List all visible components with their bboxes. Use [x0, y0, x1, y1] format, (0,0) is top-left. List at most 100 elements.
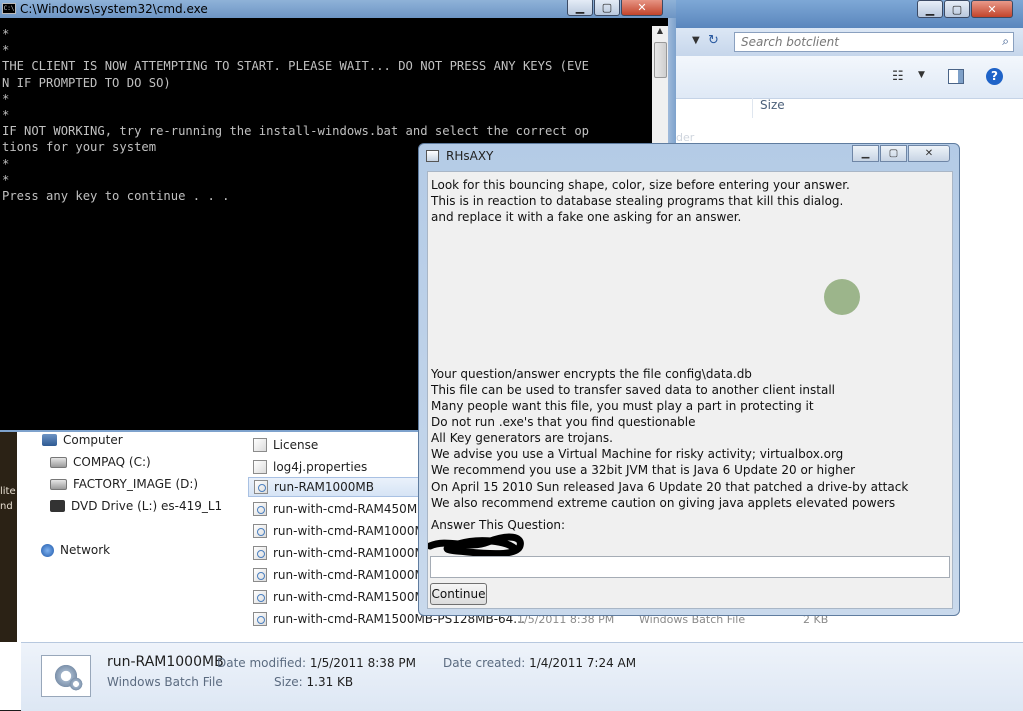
batch-file-icon: [254, 480, 268, 494]
nav-item-label: FACTORY_IMAGE (D:): [73, 477, 199, 491]
cmd-maximize-button[interactable]: ▢: [594, 0, 620, 16]
batch-file-icon: [253, 502, 267, 516]
cmd-output-line: *: [2, 108, 10, 123]
details-file-type: Windows Batch File: [107, 675, 223, 689]
nav-item-computer[interactable]: Computer: [42, 433, 123, 447]
cmd-output-line: IF NOT WORKING, try re-running the insta…: [2, 124, 589, 139]
dialog-maximize-button[interactable]: ▢: [880, 145, 907, 162]
continue-button[interactable]: Continue: [430, 583, 487, 605]
batch-file-icon: [253, 612, 267, 626]
explorer-titlebar: ▁ ▢ ✕: [676, 0, 1023, 28]
explorer-toolbar: ☷ ▼ ?: [676, 56, 1023, 99]
drive-icon: [50, 478, 67, 490]
batch-file-icon: [253, 590, 267, 604]
file-name: run-with-cmd-RAM1000MB: [273, 568, 434, 582]
search-icon[interactable]: ⌕: [1002, 34, 1009, 49]
file-name: License: [273, 438, 319, 452]
file-row[interactable]: run-with-cmd-RAM1000MB: [248, 543, 433, 563]
refresh-icon[interactable]: ↻: [708, 33, 719, 48]
preview-pane-icon[interactable]: [948, 69, 964, 84]
nav-item-label: DVD Drive (L:) es-419_L1: [71, 499, 223, 513]
explorer-close-button[interactable]: ✕: [971, 0, 1013, 18]
file-row[interactable]: log4j.properties: [248, 457, 367, 477]
nav-item-dvd-drive[interactable]: DVD Drive (L:) es-419_L1: [50, 499, 222, 513]
cmd-output-line: *: [2, 91, 10, 106]
dialog-text-line: On April 15 2010 Sun released Java 6 Upd…: [431, 480, 909, 494]
search-input[interactable]: Search botclient ⌕: [734, 32, 1014, 52]
dialog-minimize-button[interactable]: ▁: [852, 145, 879, 162]
nav-item-factory-image-drive[interactable]: FACTORY_IMAGE (D:): [50, 477, 198, 491]
chevron-down-icon[interactable]: ▼: [918, 70, 925, 80]
file-name: run-with-cmd-RAM1000MB: [273, 546, 434, 560]
dialog-text-line: We also recommend extreme caution on giv…: [431, 496, 896, 510]
details-modified-value: 1/5/2011 8:38 PM: [309, 656, 416, 670]
maximize-icon: ▢: [888, 148, 899, 159]
cmd-icon: C:\: [2, 3, 16, 14]
address-dropdown-icon[interactable]: ▼: [692, 35, 700, 46]
details-modified: Date modified: 1/5/2011 8:38 PM: [217, 656, 416, 670]
explorer-address-bar: ▼ ↻ Search botclient ⌕: [676, 28, 1023, 56]
nav-item-label: Network: [60, 543, 111, 557]
file-icon: [253, 460, 267, 474]
explorer-minimize-button[interactable]: ▁: [917, 0, 943, 18]
rhsaxy-dialog[interactable]: RHsAXY ▁ ▢ ✕ Look for this bouncing shap…: [418, 143, 960, 616]
cmd-output-line: *: [2, 27, 10, 41]
column-header-size[interactable]: Size: [760, 98, 785, 112]
file-name: log4j.properties: [273, 460, 368, 474]
nav-item-label: Computer: [63, 433, 123, 447]
gear-icon: [68, 676, 84, 692]
cmd-title: C:\Windows\system32\cmd.exe: [20, 2, 208, 16]
batch-file-icon: [253, 568, 267, 582]
dialog-close-button[interactable]: ✕: [908, 145, 950, 162]
explorer-maximize-button[interactable]: ▢: [944, 0, 970, 18]
details-created: Date created: 1/4/2011 7:24 AM: [443, 656, 636, 670]
desktop-strip: lite nd: [0, 430, 17, 642]
details-created-value: 1/4/2011 7:24 AM: [529, 656, 637, 670]
explorer-window-controls: ▁ ▢ ✕: [916, 0, 1013, 18]
answer-input[interactable]: [430, 556, 950, 578]
dialog-text-line: All Key generators are trojans.: [431, 431, 613, 445]
batch-file-large-icon: [41, 655, 91, 697]
answer-label: Answer This Question:: [431, 518, 566, 532]
cmd-close-button[interactable]: ✕: [621, 0, 663, 16]
cmd-output-line: *: [2, 43, 10, 58]
redaction-scribble: [428, 533, 524, 558]
scrollbar-thumb[interactable]: [654, 42, 667, 78]
cmd-output-line: N IF PROMPTED TO DO SO): [2, 75, 171, 90]
minimize-icon: ▁: [925, 2, 935, 16]
file-row[interactable]: run-with-cmd-RAM450MB: [248, 499, 425, 519]
dvd-icon: [50, 500, 65, 512]
file-row[interactable]: License: [248, 435, 318, 455]
file-row-selected[interactable]: run-RAM1000MB: [248, 477, 428, 497]
cmd-window-controls: ▁ ▢ ✕: [566, 0, 663, 16]
column-divider[interactable]: [752, 98, 753, 118]
dialog-window-controls: ▁ ▢ ✕: [851, 145, 950, 162]
details-created-label: Date created:: [443, 656, 526, 670]
file-row[interactable]: run-with-cmd-RAM1000MB: [248, 565, 433, 585]
dialog-content: Look for this bouncing shape, color, siz…: [427, 171, 953, 609]
cmd-output-line: THE CLIENT IS NOW ATTEMPTING TO START. P…: [2, 59, 589, 74]
dialog-text-line: Many people want this file, you must pla…: [431, 399, 814, 413]
batch-file-icon: [253, 524, 267, 538]
file-name: run-with-cmd-RAM1000MB: [273, 524, 434, 538]
cmd-minimize-button[interactable]: ▁: [567, 0, 593, 16]
nav-item-compaq-drive[interactable]: COMPAQ (C:): [50, 455, 151, 469]
file-row[interactable]: run-with-cmd-RAM1000MB: [248, 521, 433, 541]
cmd-titlebar[interactable]: C:\ C:\Windows\system32\cmd.exe ▁ ▢ ✕: [0, 0, 676, 18]
view-options-icon[interactable]: ☷: [892, 69, 904, 84]
file-name: run-with-cmd-RAM1500MB: [273, 590, 434, 604]
close-icon: ✕: [637, 0, 647, 14]
bouncing-shape: [824, 279, 860, 315]
file-row[interactable]: run-with-cmd-RAM1500MB: [248, 587, 433, 607]
search-placeholder: Search botclient: [741, 35, 839, 49]
file-name: run-with-cmd-RAM450MB: [273, 502, 426, 516]
dialog-text-line: Your question/answer encrypts the file c…: [431, 367, 752, 381]
details-pane: run-RAM1000MB Date modified: 1/5/2011 8:…: [21, 642, 1023, 711]
scroll-up-icon[interactable]: ▲: [652, 26, 668, 40]
desktop-text: lite: [0, 486, 16, 497]
maximize-icon: ▢: [951, 2, 963, 16]
dialog-text-line: We advise you use a Virtual Machine for …: [431, 447, 844, 461]
details-size-label: Size:: [274, 675, 303, 689]
help-icon[interactable]: ?: [986, 68, 1003, 85]
nav-item-network[interactable]: Network: [41, 543, 110, 557]
